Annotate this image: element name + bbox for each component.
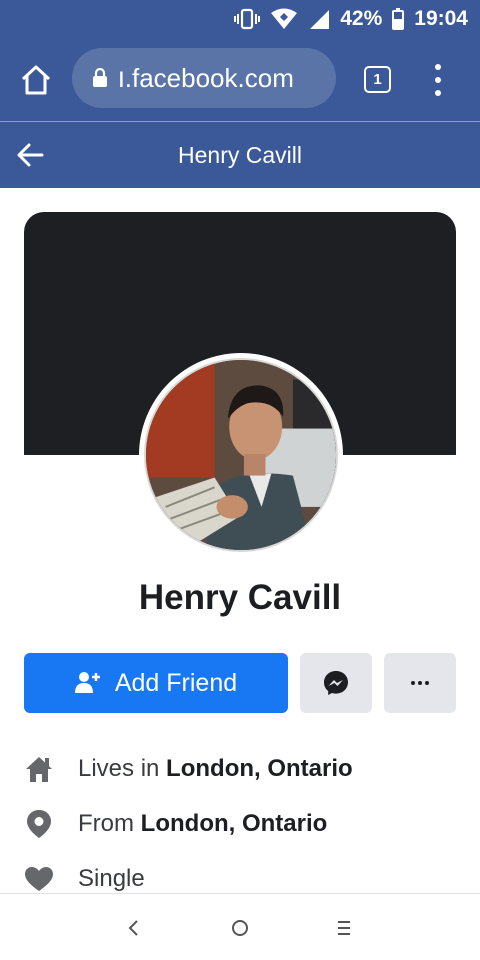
more-vert-dot — [435, 90, 441, 96]
circle-home-icon — [232, 920, 248, 936]
url-text: ו.facebook.com — [118, 62, 294, 93]
browser-toolbar: ו.facebook.com 1 — [0, 38, 480, 121]
detail-from: From London, Ontario — [24, 804, 464, 844]
profile-picture[interactable] — [139, 353, 343, 557]
more-horiz-icon — [411, 681, 415, 685]
detail-value: London, Ontario — [140, 810, 328, 837]
page-title: Henry Cavill — [178, 142, 302, 168]
detail-value: London, Ontario — [166, 755, 353, 782]
messenger-icon — [324, 671, 348, 695]
detail-lives-in: Lives in London, Ontario — [24, 749, 464, 789]
signal-icon — [308, 8, 330, 30]
more-vert-icon — [435, 64, 441, 70]
add-friend-label: Add Friend — [114, 668, 238, 697]
detail-text: Lives in London, Ontario — [78, 755, 353, 783]
vibrate-icon — [234, 8, 261, 30]
system-navigation-bar — [0, 893, 480, 960]
avatar-photo — [146, 360, 336, 550]
recents-icon — [338, 921, 350, 935]
nav-recents-button[interactable] — [332, 916, 356, 940]
wifi-icon — [270, 8, 298, 30]
battery-percent: 42% — [340, 7, 383, 30]
more-horiz-dot — [425, 681, 429, 685]
detail-prefix: Lives in — [78, 755, 167, 782]
add-person-icon — [74, 672, 100, 693]
add-friend-button[interactable]: Add Friend — [24, 653, 288, 713]
detail-prefix: From — [78, 810, 141, 837]
tab-switcher-button[interactable]: 1 — [364, 66, 391, 93]
chevron-left-icon — [128, 920, 138, 936]
home-outline-icon — [21, 65, 51, 95]
status-bar: 42% 19:04 — [0, 0, 480, 38]
message-button[interactable] — [300, 653, 372, 713]
location-pin-icon — [24, 809, 54, 839]
more-horiz-dot — [418, 681, 422, 685]
detail-text: From London, Ontario — [78, 810, 327, 838]
tab-count: 1 — [373, 71, 382, 88]
address-bar[interactable]: ו.facebook.com — [72, 48, 336, 108]
clock: 19:04 — [414, 7, 468, 30]
heart-icon — [24, 864, 54, 894]
avatar — [144, 358, 338, 552]
detail-text: Single — [78, 865, 145, 893]
profile-name: Henry Cavill — [138, 578, 342, 617]
more-options-button[interactable] — [384, 653, 456, 713]
nav-back-button[interactable] — [122, 916, 146, 940]
more-vert-dot — [435, 77, 441, 83]
lock-icon — [93, 68, 107, 87]
detail-value: Single — [78, 865, 145, 892]
battery-icon — [392, 8, 405, 30]
nav-home-button[interactable] — [228, 916, 252, 940]
page-header: Henry Cavill — [0, 122, 480, 188]
browser-menu-button[interactable] — [430, 64, 446, 96]
home-icon — [24, 754, 54, 784]
home-button[interactable] — [18, 62, 54, 98]
